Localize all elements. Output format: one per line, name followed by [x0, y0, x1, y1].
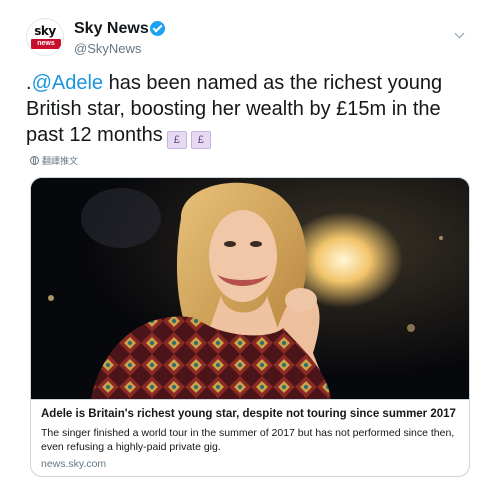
- tweet-text: .@Adele has been named as the richest yo…: [26, 70, 476, 149]
- user-handle[interactable]: @SkyNews: [74, 41, 141, 56]
- mention-link[interactable]: @Adele: [32, 72, 103, 94]
- avatar[interactable]: sky news: [26, 18, 64, 56]
- verified-badge-icon: [150, 21, 165, 36]
- chevron-down-icon[interactable]: [454, 30, 466, 42]
- card-description: The singer finished a world tour in the …: [41, 427, 455, 453]
- display-name[interactable]: Sky News: [74, 20, 149, 38]
- money-emoji-icon: £: [166, 131, 187, 149]
- globe-icon: [30, 156, 39, 165]
- avatar-logo-badge: news: [31, 39, 61, 49]
- card-photo: [31, 178, 469, 399]
- link-card[interactable]: Adele is Britain's richest young star, d…: [30, 177, 470, 477]
- money-emoji-icon: £: [190, 131, 211, 149]
- translate-label: 翻譯推文: [42, 156, 79, 166]
- translate-tweet-link[interactable]: 翻譯推文: [30, 154, 78, 167]
- tweet: sky news Sky News @SkyNews .@Adele has b…: [0, 0, 500, 494]
- card-title[interactable]: Adele is Britain's richest young star, d…: [41, 408, 466, 420]
- card-body[interactable]: Adele is Britain's richest young star, d…: [31, 399, 469, 476]
- card-image[interactable]: [31, 178, 469, 399]
- avatar-logo-text: sky: [34, 24, 56, 38]
- card-domain: news.sky.com: [41, 458, 107, 470]
